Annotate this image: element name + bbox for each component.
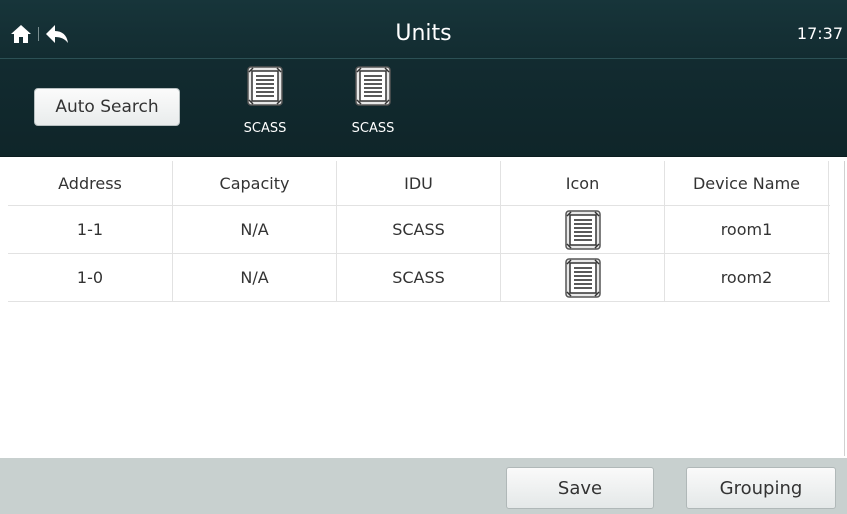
- idu-cell: SCASS: [337, 254, 501, 301]
- auto-search-button[interactable]: Auto Search: [34, 88, 180, 126]
- table-header-row: Address Capacity IDU Icon Device Name: [8, 161, 830, 206]
- footer-bar: Save Grouping: [0, 458, 847, 514]
- cassette-unit-icon[interactable]: [563, 210, 603, 250]
- address-cell: 1-0: [8, 254, 173, 301]
- header-bottom-line: [0, 156, 847, 157]
- save-button[interactable]: Save: [506, 467, 654, 509]
- capacity-cell: N/A: [173, 254, 337, 301]
- header-divider: [0, 58, 847, 59]
- table-row[interactable]: 1-0 N/A SCASS room2: [8, 254, 830, 302]
- unit-tile-label: SCASS: [243, 121, 287, 136]
- idu-cell: SCASS: [337, 206, 501, 253]
- cassette-unit-icon: [355, 66, 391, 106]
- found-unit-tile[interactable]: SCASS: [342, 66, 402, 146]
- top-bar: Units 17:37 Auto Search SCASS SCASS: [0, 0, 847, 157]
- icon-cell[interactable]: [501, 206, 665, 253]
- column-header-idu: IDU: [337, 161, 501, 205]
- column-header-device-name: Device Name: [665, 161, 829, 205]
- address-cell: 1-1: [8, 206, 173, 253]
- capacity-cell: N/A: [173, 206, 337, 253]
- table-row[interactable]: 1-1 N/A SCASS room1: [8, 206, 830, 254]
- column-header-address: Address: [8, 161, 173, 205]
- column-header-capacity: Capacity: [173, 161, 337, 205]
- cassette-unit-icon: [247, 66, 283, 106]
- scrollbar-track[interactable]: [844, 161, 845, 456]
- found-unit-tile[interactable]: SCASS: [234, 66, 294, 146]
- device-name-cell[interactable]: room1: [665, 206, 829, 253]
- page-title: Units: [395, 21, 452, 46]
- cassette-unit-icon[interactable]: [563, 258, 603, 298]
- unit-tile-label: SCASS: [351, 121, 395, 136]
- units-table: Address Capacity IDU Icon Device Name 1-…: [8, 161, 830, 302]
- device-name-cell[interactable]: room2: [665, 254, 829, 301]
- icon-cell[interactable]: [501, 254, 665, 301]
- clock: 17:37: [796, 24, 843, 43]
- column-header-icon: Icon: [501, 161, 665, 205]
- grouping-button[interactable]: Grouping: [686, 467, 836, 509]
